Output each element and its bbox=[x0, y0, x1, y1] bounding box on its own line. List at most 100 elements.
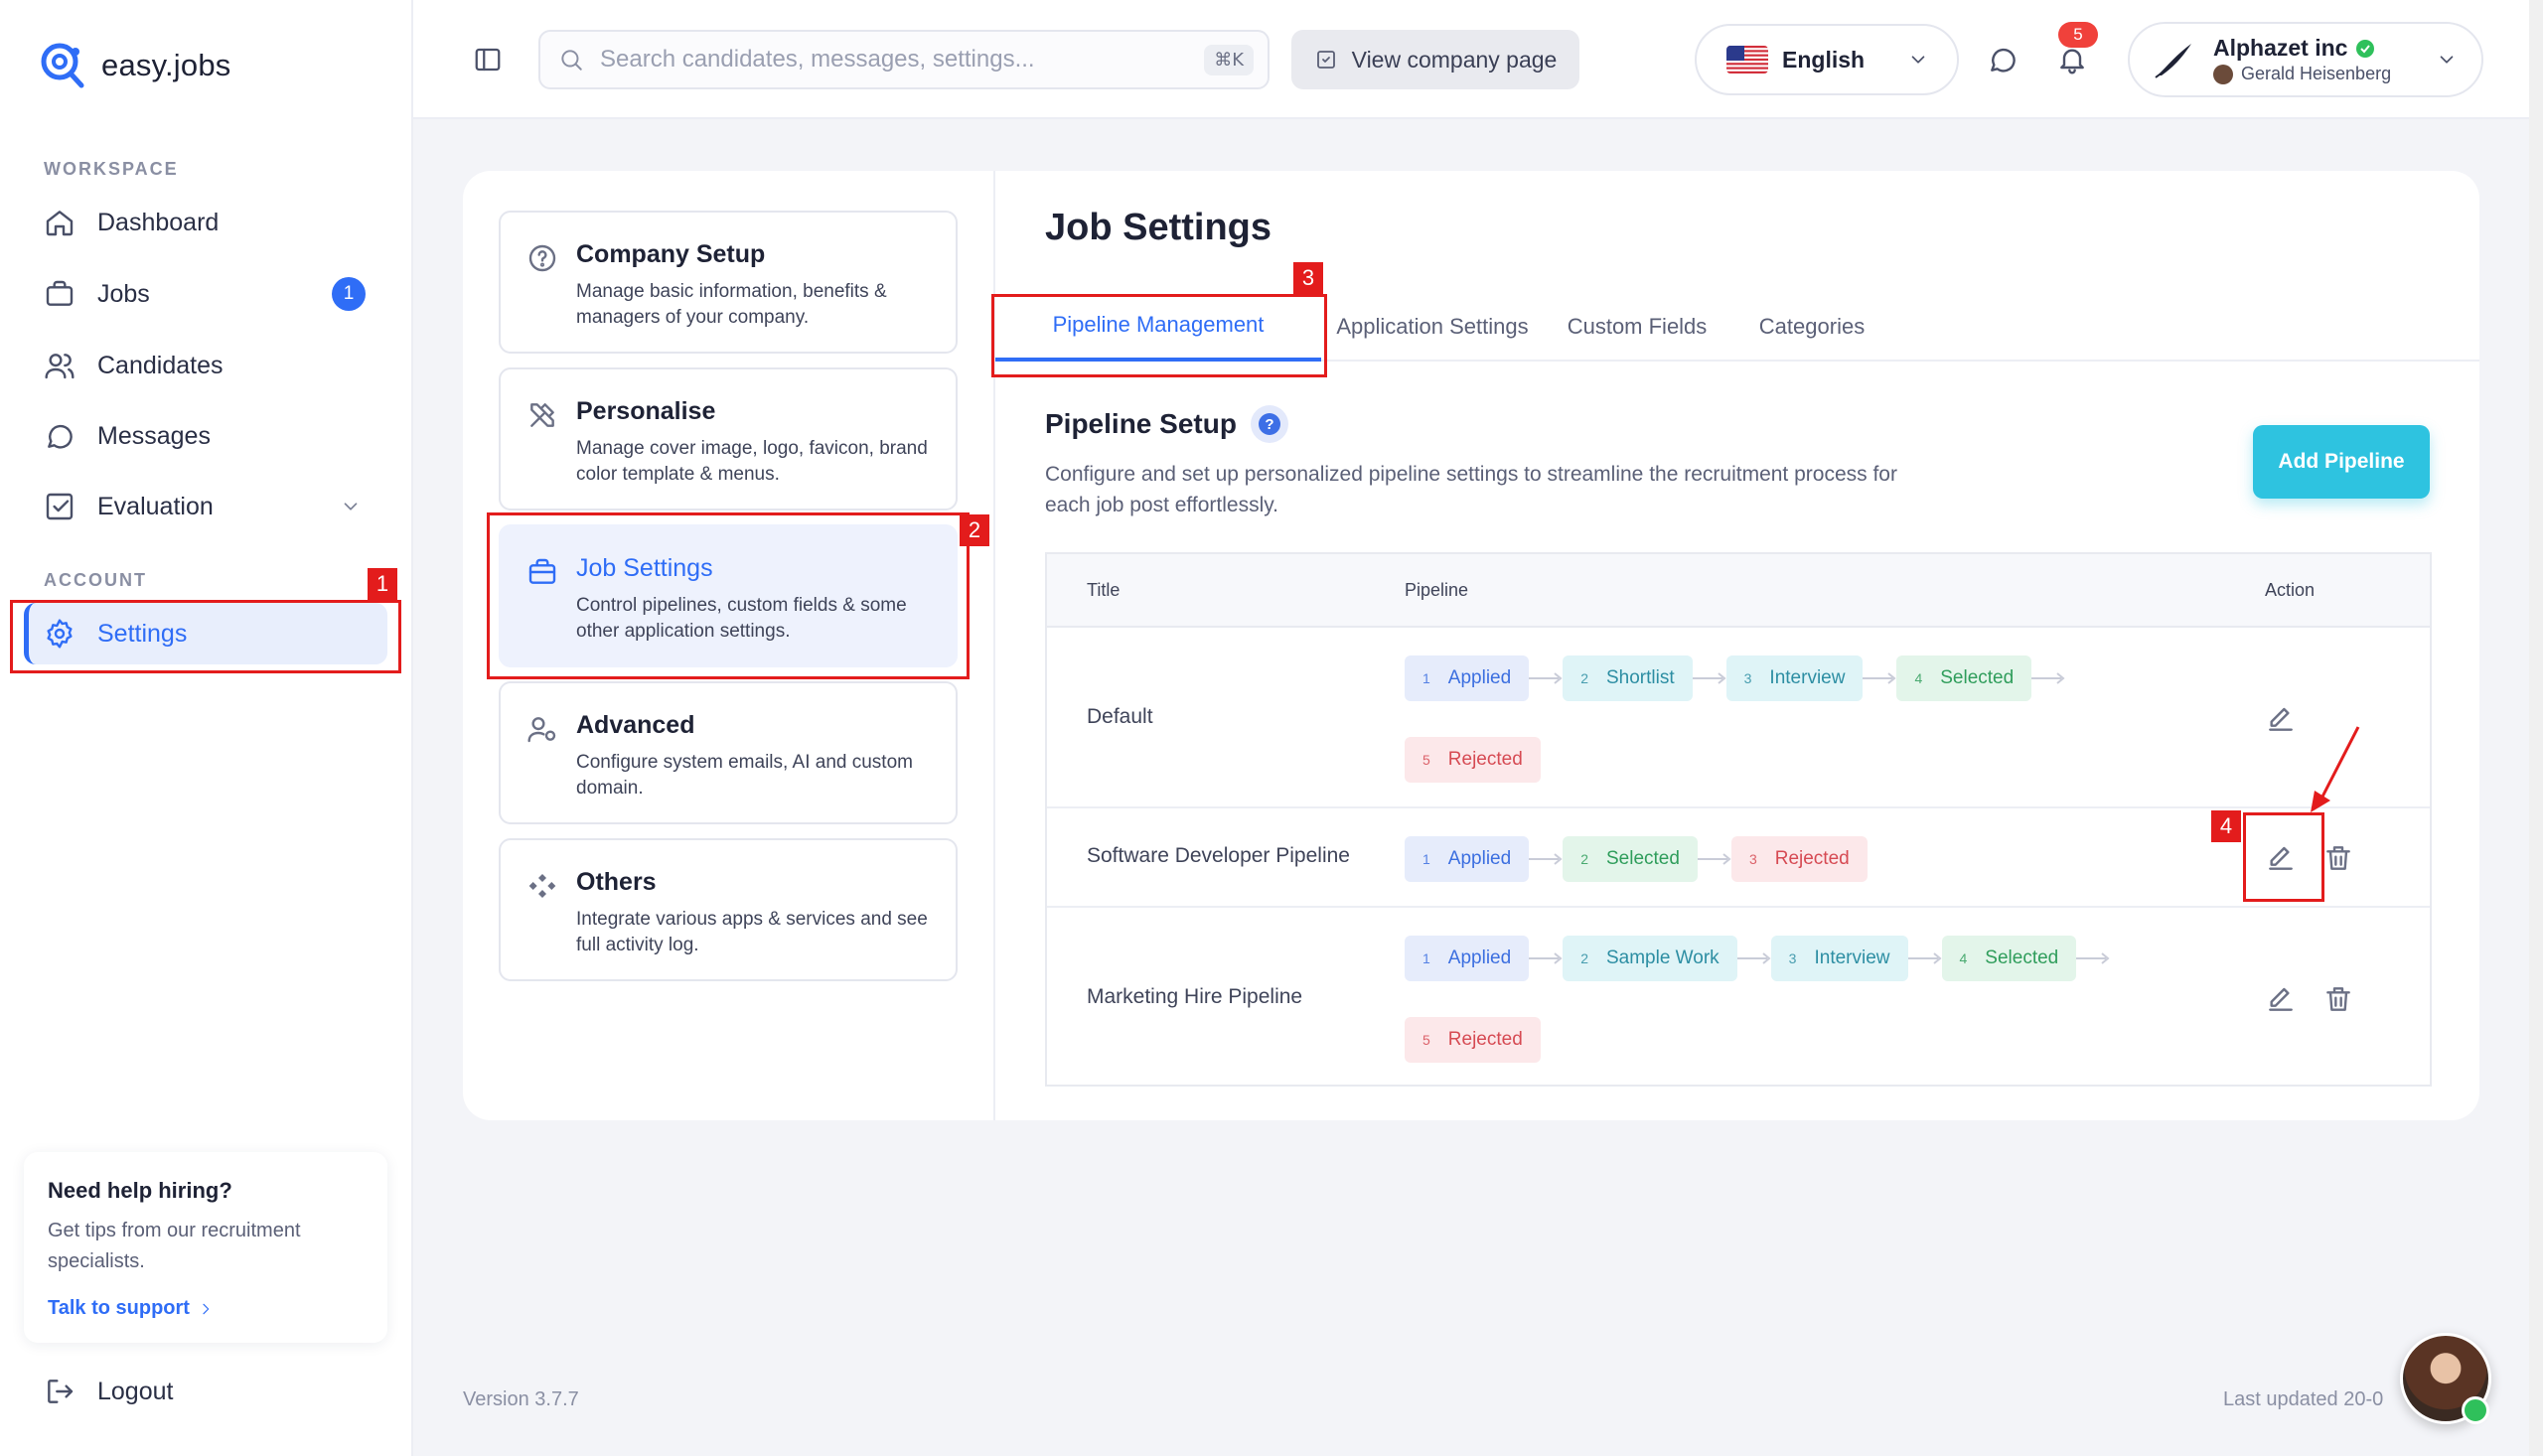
column-header-title: Title bbox=[1087, 580, 1121, 600]
trash-icon[interactable] bbox=[2322, 842, 2354, 874]
settings-menu-others[interactable]: Others Integrate various apps & services… bbox=[499, 838, 958, 981]
sidebar-item-candidates[interactable]: Candidates bbox=[24, 335, 387, 396]
settings-menu-personalise[interactable]: Personalise Manage cover image, logo, fa… bbox=[499, 367, 958, 510]
account-label: ACCOUNT bbox=[44, 570, 147, 590]
settings-menu-advanced[interactable]: Advanced Configure system emails, AI and… bbox=[499, 681, 958, 824]
sidebar-item-label: Messages bbox=[97, 421, 211, 450]
stage-number: 5 bbox=[1422, 1032, 1430, 1048]
tab-categories[interactable]: Categories bbox=[1730, 292, 1893, 362]
pipeline-stages: 1 Applied 2 Selected 3 Rejected bbox=[1405, 836, 2199, 882]
search-input[interactable] bbox=[600, 46, 1189, 73]
sidebar-item-evaluation[interactable]: Evaluation bbox=[24, 476, 387, 537]
last-updated-label: Last updated 20-0 bbox=[2223, 1388, 2384, 1410]
stage-label: Selected bbox=[1985, 947, 2059, 968]
stage-arrow-icon bbox=[1529, 672, 1563, 684]
table-row: Default 1 Applied 2 Shortlist 3 Interview 4 Sele… bbox=[1047, 628, 2430, 808]
tab-application-settings[interactable]: Application Settings bbox=[1321, 292, 1544, 362]
global-search[interactable]: ⌘K bbox=[538, 30, 1270, 89]
pipeline-stage: 3 Interview bbox=[1770, 936, 1942, 981]
app-logo[interactable]: easy.jobs bbox=[38, 40, 230, 91]
logout-button[interactable]: Logout bbox=[24, 1361, 387, 1422]
stage-number: 3 bbox=[1743, 670, 1752, 686]
stage-label: Shortlist bbox=[1605, 667, 1675, 688]
pipeline-stages: 1 Applied 2 Shortlist 3 Interview 4 Selected 5 Re… bbox=[1405, 655, 2199, 783]
stage-chip: 2 Sample Work bbox=[1563, 936, 1737, 981]
stage-chip: 2 Selected bbox=[1563, 836, 1698, 882]
app-name: easy.jobs bbox=[101, 48, 231, 82]
annotation-box-job-settings bbox=[487, 512, 970, 679]
bell-icon[interactable] bbox=[2056, 44, 2088, 75]
stage-number: 3 bbox=[1748, 851, 1757, 867]
stage-label: Interview bbox=[1814, 947, 1890, 968]
language-selector[interactable]: English bbox=[1695, 24, 1959, 95]
stage-arrow-icon bbox=[1697, 853, 1731, 865]
apps-icon bbox=[526, 870, 558, 902]
settings-menu-company-setup[interactable]: Company Setup Manage basic information, … bbox=[499, 211, 958, 354]
stage-number: 4 bbox=[1959, 950, 1968, 966]
chevron-right-icon bbox=[198, 1301, 214, 1317]
talk-to-support-link[interactable]: Talk to support bbox=[48, 1297, 364, 1320]
menu-item-desc: Integrate various apps & services and se… bbox=[576, 909, 928, 955]
workspace-label: WORKSPACE bbox=[44, 159, 179, 179]
section-title: Pipeline Setup bbox=[1045, 408, 1237, 439]
user-avatar bbox=[2213, 64, 2233, 84]
help-card: Need help hiring? Get tips from our recr… bbox=[24, 1152, 387, 1343]
stage-chip: 3 Interview bbox=[1770, 936, 1908, 981]
pipeline-stage: 1 Applied bbox=[1405, 836, 1563, 882]
pipeline-stages: 1 Applied 2 Sample Work 3 Interview 4 Selected 5… bbox=[1405, 936, 2199, 1063]
trash-icon[interactable] bbox=[2322, 983, 2354, 1015]
column-header-action: Action bbox=[2265, 580, 2316, 600]
edit-icon[interactable] bbox=[2265, 703, 2297, 735]
pipeline-title: Default bbox=[1087, 705, 1153, 728]
page-scrollbar[interactable] bbox=[2529, 0, 2543, 1456]
pipeline-stage: 4 Selected bbox=[1896, 655, 2065, 701]
edit-icon[interactable] bbox=[2265, 983, 2297, 1015]
stage-chip: 3 Interview bbox=[1725, 655, 1864, 701]
stage-label: Sample Work bbox=[1605, 947, 1720, 968]
chat-icon bbox=[44, 420, 75, 452]
stage-arrow-icon bbox=[1529, 853, 1563, 865]
stage-arrow-icon bbox=[2076, 952, 2110, 964]
chevron-down-icon bbox=[1907, 49, 1929, 71]
help-title: Need help hiring? bbox=[48, 1178, 232, 1203]
stage-chip: 5 Rejected bbox=[1405, 1017, 1541, 1063]
account-menu[interactable]: Alphazet inc Gerald Heisenberg bbox=[2128, 22, 2483, 97]
stage-label: Rejected bbox=[1447, 749, 1523, 770]
pipeline-stage: 1 Applied bbox=[1405, 655, 1563, 701]
stage-arrow-icon bbox=[1863, 672, 1897, 684]
page-title: Job Settings bbox=[1045, 207, 1272, 248]
stage-label: Selected bbox=[1940, 667, 2015, 688]
stage-arrow-icon bbox=[1529, 952, 1563, 964]
annotation-box-edit bbox=[2243, 812, 2324, 902]
stage-label: Applied bbox=[1447, 667, 1512, 688]
add-pipeline-button[interactable]: Add Pipeline bbox=[2253, 425, 2430, 499]
stage-number: 1 bbox=[1422, 670, 1430, 686]
us-flag-icon bbox=[1726, 46, 1768, 73]
jobs-count-badge: 1 bbox=[332, 277, 366, 311]
sidebar-item-dashboard[interactable]: Dashboard bbox=[24, 192, 387, 253]
home-icon bbox=[44, 207, 75, 238]
logout-label: Logout bbox=[97, 1377, 174, 1405]
checkbox-icon bbox=[44, 491, 75, 522]
tab-custom-fields[interactable]: Custom Fields bbox=[1544, 292, 1730, 362]
version-label: Version 3.7.7 bbox=[463, 1388, 579, 1410]
view-company-page-button[interactable]: View company page bbox=[1291, 30, 1579, 89]
stage-number: 2 bbox=[1580, 851, 1588, 867]
sidebar-toggle-icon[interactable] bbox=[473, 45, 503, 74]
sidebar-item-messages[interactable]: Messages bbox=[24, 405, 387, 467]
stage-label: Rejected bbox=[1447, 1029, 1523, 1050]
messages-icon[interactable] bbox=[1987, 44, 2019, 75]
logout-icon bbox=[44, 1376, 75, 1407]
sidebar-item-jobs[interactable]: Jobs 1 bbox=[24, 263, 387, 325]
pipeline-title: Marketing Hire Pipeline bbox=[1087, 985, 1303, 1008]
stage-arrow-icon bbox=[2031, 672, 2065, 684]
tools-icon bbox=[526, 399, 558, 431]
sidebar-item-label: Candidates bbox=[97, 351, 224, 379]
menu-item-title: Personalise bbox=[576, 397, 716, 425]
stage-chip: 1 Applied bbox=[1405, 655, 1530, 701]
menu-item-desc: Configure system emails, AI and custom d… bbox=[576, 752, 913, 799]
pipeline-stage: 3 Rejected bbox=[1730, 836, 1868, 882]
table-row: Marketing Hire Pipeline 1 Applied 2 Sample W… bbox=[1047, 908, 2430, 1087]
stage-arrow-icon bbox=[1907, 952, 1942, 964]
help-icon[interactable]: ? bbox=[1250, 405, 1288, 443]
